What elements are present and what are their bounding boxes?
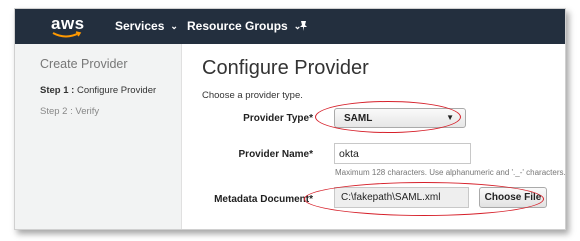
provider-type-label: Provider Type* (243, 113, 313, 124)
pin-icon[interactable] (298, 20, 309, 35)
provider-name-label: Provider Name* (238, 149, 313, 160)
resource-groups-menu[interactable]: Resource Groups ⌄ (187, 19, 301, 33)
aws-logo[interactable]: aws (51, 14, 91, 40)
chevron-down-icon: ⌄ (170, 21, 178, 31)
sidebar-step-verify[interactable]: Step 2 : Verify (40, 106, 99, 117)
metadata-document-label: Metadata Document* (214, 194, 313, 205)
services-menu[interactable]: Services ⌄ (115, 19, 178, 33)
resource-groups-label: Resource Groups (187, 19, 288, 33)
page-subtitle: Choose a provider type. (202, 90, 303, 101)
services-label: Services (115, 19, 165, 33)
wizard-sidebar: Create Provider Step 1 : Configure Provi… (15, 44, 182, 229)
step1-prefix: Step 1 : (40, 85, 75, 96)
sidebar-title: Create Provider (40, 57, 128, 71)
top-navigation-bar: aws Services ⌄ Resource Groups ⌄ (15, 9, 565, 44)
step1-label: Configure Provider (76, 85, 157, 96)
page-title: Configure Provider (202, 57, 369, 79)
aws-smile-icon (52, 31, 82, 38)
provider-name-input[interactable]: okta (334, 143, 471, 164)
annotation-ellipse-metadata (304, 182, 544, 216)
annotation-ellipse-provider-type (315, 101, 461, 133)
sidebar-step-configure[interactable]: Step 1 : Configure Provider (40, 85, 156, 96)
provider-name-hint: Maximum 128 characters. Use alphanumeric… (335, 168, 566, 177)
